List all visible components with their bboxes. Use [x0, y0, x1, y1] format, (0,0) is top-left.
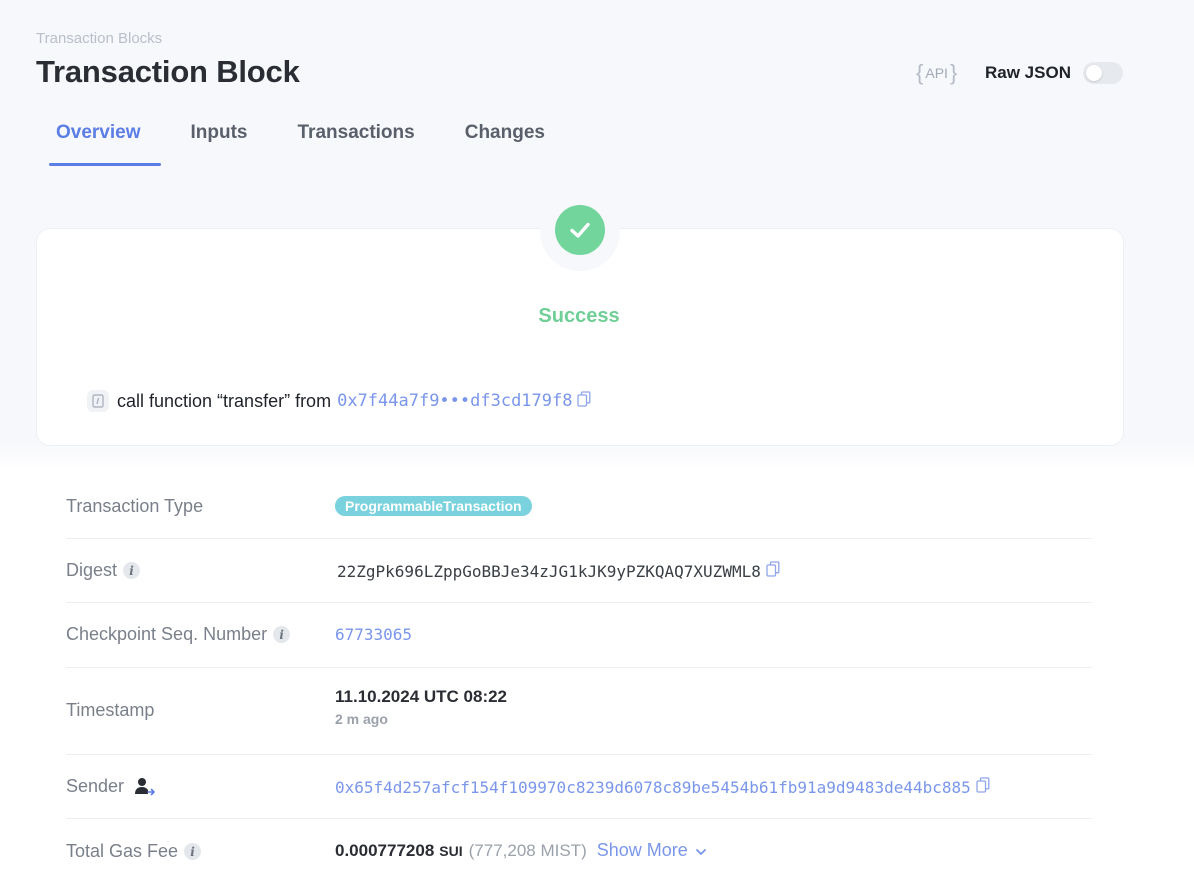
status-text: Success [538, 305, 620, 327]
tab-label: Inputs [190, 122, 248, 143]
raw-json-toggle[interactable] [1083, 62, 1123, 84]
timestamp-label: Timestamp [66, 700, 155, 720]
transaction-type-badge: ProgrammableTransaction [335, 496, 532, 516]
function-icon [87, 390, 109, 412]
breadcrumb[interactable]: Transaction Blocks [36, 30, 162, 47]
checkpoint-label: Checkpoint Seq. Number [66, 624, 268, 644]
tab-bar: Overview Inputs Transactions Changes [36, 110, 595, 166]
user-send-icon [134, 777, 156, 797]
show-more-label: Show More [596, 840, 688, 860]
digest-label: Digest [66, 560, 118, 580]
transaction-type-label: Transaction Type [66, 496, 204, 516]
tab-label: Overview [56, 122, 141, 143]
page-title: Transaction Block [36, 54, 300, 89]
tab-inputs[interactable]: Inputs [191, 110, 248, 164]
call-text: call function “transfer” from [117, 390, 332, 411]
row-timestamp: Timestamp 11.10.2024 UTC 08:22 2 m ago [66, 667, 1092, 755]
tab-label: Changes [464, 122, 545, 143]
active-tab-indicator [49, 163, 161, 166]
gas-fee-label-wrap: Total Gas Fee i [66, 841, 202, 862]
digest-value: 22ZgPk696LZppGoBBJe34zJG1kJK9yPZKQAQ7XUZ… [337, 562, 761, 581]
copy-icon[interactable] [577, 390, 591, 412]
checkpoint-link[interactable]: 67733065 [335, 625, 412, 644]
api-label: API [925, 65, 948, 81]
transaction-type-value: ProgrammableTransaction [335, 496, 532, 516]
row-transaction-type: Transaction Type ProgrammableTransaction [66, 468, 1092, 539]
row-digest: Digest i 22ZgPk696LZppGoBBJe34zJG1kJK9yP… [66, 538, 1092, 603]
digest-value-wrap: 22ZgPk696LZppGoBBJe34zJG1kJK9yPZKQAQ7XUZ… [337, 561, 780, 582]
tab-changes[interactable]: Changes [465, 110, 545, 164]
brace-open-icon: { [916, 60, 924, 85]
checkpoint-value-wrap: 67733065 [335, 625, 412, 644]
toggle-knob [1086, 65, 1102, 81]
info-icon[interactable]: i [123, 562, 141, 579]
checkpoint-label-wrap: Checkpoint Seq. Number i [66, 624, 291, 645]
row-gas-fee: Total Gas Fee i 0.000777208 SUI (777,208… [66, 818, 1092, 880]
gas-fee-unit: SUI [439, 842, 463, 859]
sender-label-wrap: Sender [66, 776, 156, 797]
copy-icon[interactable] [766, 561, 780, 582]
tab-label: Transactions [297, 122, 415, 143]
copy-icon[interactable] [976, 777, 990, 798]
call-address-link[interactable]: 0x7f44a7f9•••df3cd179f8 [337, 391, 572, 411]
gas-fee-mist: (777,208 MIST) [468, 840, 587, 860]
gas-fee-label: Total Gas Fee [66, 841, 179, 861]
chevron-down-icon [695, 841, 707, 862]
sender-value-wrap: 0x65f4d257afcf154f109970c8239d6078c89be5… [335, 777, 990, 798]
info-icon[interactable]: i [184, 843, 202, 860]
raw-json-label: Raw JSON [985, 63, 1071, 82]
digest-label-wrap: Digest i [66, 560, 141, 581]
sender-address-link[interactable]: 0x65f4d257afcf154f109970c8239d6078c89be5… [335, 778, 971, 797]
row-sender: Sender 0x65f4d257afcf154f109970c8239d607… [66, 754, 1092, 819]
tab-transactions[interactable]: Transactions [298, 110, 415, 164]
timestamp-value-wrap: 11.10.2024 UTC 08:22 2 m ago [335, 687, 507, 727]
info-icon[interactable]: i [273, 626, 291, 643]
show-more-link[interactable]: Show More [597, 840, 707, 862]
timestamp-relative: 2 m ago [335, 711, 388, 727]
call-summary: call function “transfer” from 0x7f44a7f9… [87, 390, 591, 412]
tab-overview[interactable]: Overview [36, 110, 161, 166]
success-check-icon [555, 205, 605, 255]
gas-fee-value: 0.000777208 [335, 840, 435, 860]
api-button[interactable]: { API } [916, 60, 957, 86]
sender-label: Sender [66, 776, 125, 796]
gas-fee-value-wrap: 0.000777208 SUI (777,208 MIST) Show More [335, 840, 707, 862]
timestamp-value: 11.10.2024 UTC 08:22 [335, 687, 508, 706]
brace-close-icon: } [949, 60, 958, 85]
row-checkpoint: Checkpoint Seq. Number i 67733065 [66, 602, 1092, 668]
